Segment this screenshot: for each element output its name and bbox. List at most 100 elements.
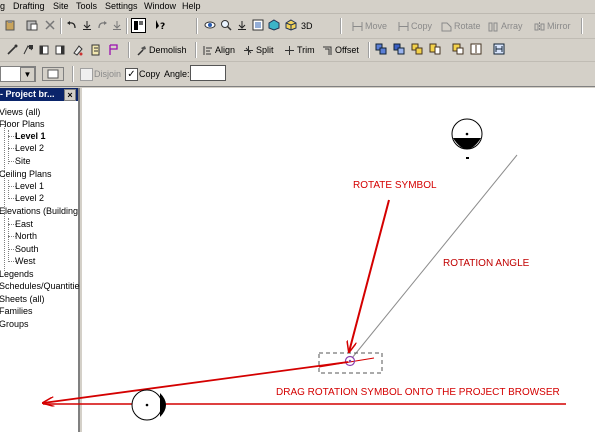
menu-item-file[interactable]: g [0,1,5,11]
clipboard-icon[interactable] [26,19,38,31]
redo-dropdown-icon[interactable] [111,19,123,31]
offset-icon [323,46,332,55]
copy-button[interactable]: Copy [398,18,432,34]
match-type-icon[interactable] [22,44,34,56]
link-icon[interactable] [452,43,464,55]
project-browser-title-bar[interactable]: - Project br... × [0,88,78,101]
trim-label: Trim [297,45,315,55]
toolbar-separator [195,42,197,58]
view-3d-button[interactable]: 3D [301,18,313,34]
rotate-label: Rotate [454,21,481,31]
svg-text:?: ? [160,22,165,31]
mirror-button[interactable]: Mirror [534,18,571,34]
tree-item-ceiling-level-2[interactable]: Level 2 [15,193,44,204]
offset-label: Offset [335,45,359,55]
rotate-symbol-annotation: ROTATE SYMBOL [353,180,437,191]
tree-item-views-all[interactable]: Views (all) [0,107,40,118]
type-selector-dropdown[interactable]: ▼ [20,67,35,82]
paint-icon[interactable] [72,44,84,56]
offset-button[interactable]: Offset [322,42,359,58]
array-label: Array [501,21,523,31]
properties-icon[interactable] [252,19,264,31]
align-button[interactable]: Align [202,42,235,58]
toolbar-separator [581,18,583,34]
tree-item-east[interactable]: East [15,219,33,230]
menu-item-drafting[interactable]: Drafting [13,1,45,11]
demolish-label: Demolish [149,45,187,55]
copy-option-label: Copy [139,69,161,79]
move-label: Move [365,21,388,31]
pick-icon[interactable] [6,44,18,56]
shading-icon[interactable] [268,19,280,31]
tree-item-ceiling-plans[interactable]: Ceiling Plans [0,169,52,180]
tree-item-floor-plans[interactable]: Floor Plans [0,119,45,130]
tree-item-schedules[interactable]: Schedules/Quantitie [0,281,80,292]
project-browser-title: - Project br... [0,89,55,99]
array-button[interactable]: Array [488,18,523,34]
paste-icon[interactable] [4,19,16,31]
tree-item-ceiling-level-1[interactable]: Level 1 [15,181,44,192]
menu-item-site[interactable]: Site [53,1,69,11]
menu-item-help[interactable]: Help [182,1,201,11]
tree-item-families[interactable]: Families [0,306,33,317]
tree-item-north[interactable]: North [15,231,37,242]
default-3d-view-icon[interactable] [285,19,297,31]
split-face-icon[interactable] [108,44,120,56]
demolish-button[interactable]: Demolish [136,42,187,58]
visibility-icon[interactable] [204,19,216,31]
undo-dropdown-icon[interactable] [81,19,93,31]
toolbar-separator [72,66,74,82]
zoom-dropdown-icon[interactable] [236,19,248,31]
rotate-button[interactable]: Rotate [441,18,481,34]
whats-this-help-icon[interactable]: ? [155,19,167,31]
edit-group-icon[interactable] [411,43,423,55]
redo-icon[interactable] [96,19,108,31]
disjoin-checkbox[interactable] [80,68,93,81]
drag-instruction-annotation: DRAG ROTATION SYMBOL ONTO THE PROJECT BR… [276,387,560,398]
options-bar: ▼ Disjoin ✓ Copy Angle: [0,62,595,87]
tree-item-floor-level-1[interactable]: Level 1 [15,131,46,142]
tree-item-floor-level-2[interactable]: Level 2 [15,143,44,154]
tree-item-groups[interactable]: Groups [0,319,29,330]
zoom-icon[interactable] [220,19,232,31]
tree-item-south[interactable]: South [15,244,39,255]
trim-button[interactable]: Trim [284,42,315,58]
copy-label: Copy [411,21,433,31]
copy-checkbox[interactable]: ✓ [125,68,138,81]
disjoin-label: Disjoin [94,69,122,79]
menu-item-window[interactable]: Window [144,1,176,11]
tree-item-elevations[interactable]: Elevations (Building [0,206,78,217]
toolbar-separator [196,18,198,34]
menu-item-settings[interactable]: Settings [105,1,138,11]
bind-link-icon[interactable] [470,43,482,55]
group-icon[interactable] [375,43,387,55]
tree-item-sheets[interactable]: Sheets (all) [0,294,45,305]
split-button[interactable]: Split [243,42,274,58]
create-group-icon[interactable] [429,43,441,55]
array-icon [488,22,498,31]
close-icon[interactable]: × [64,89,76,101]
menu-bar: g Drafting Site Tools Settings Window He… [0,0,595,14]
move-button[interactable]: Move [352,18,387,34]
tree-item-legends[interactable]: Legends [0,269,34,280]
toolbar-separator [368,42,370,58]
undo-icon[interactable] [66,19,78,31]
element-properties-icon[interactable] [42,67,64,81]
menu-item-tools[interactable]: Tools [76,1,97,11]
select-mode-icon[interactable] [131,18,146,33]
delete-icon[interactable] [44,19,56,31]
move-icon [352,21,363,31]
align-icon [203,45,212,55]
tree-item-west[interactable]: West [15,256,35,267]
paste-aligned-icon[interactable] [54,44,66,56]
copy-monitor-icon[interactable] [493,43,505,55]
angle-label: Angle: [164,69,190,79]
ungroup-icon[interactable] [393,43,405,55]
material-icon[interactable] [90,44,102,56]
toolbar-separator [340,18,342,34]
tree-item-site[interactable]: Site [15,156,31,167]
copy-to-clipboard-icon[interactable] [38,44,50,56]
standard-toolbar: ? 3D Move Copy Rotate Array Mirror [0,14,595,39]
mirror-label: Mirror [547,21,571,31]
angle-input[interactable] [190,65,226,81]
